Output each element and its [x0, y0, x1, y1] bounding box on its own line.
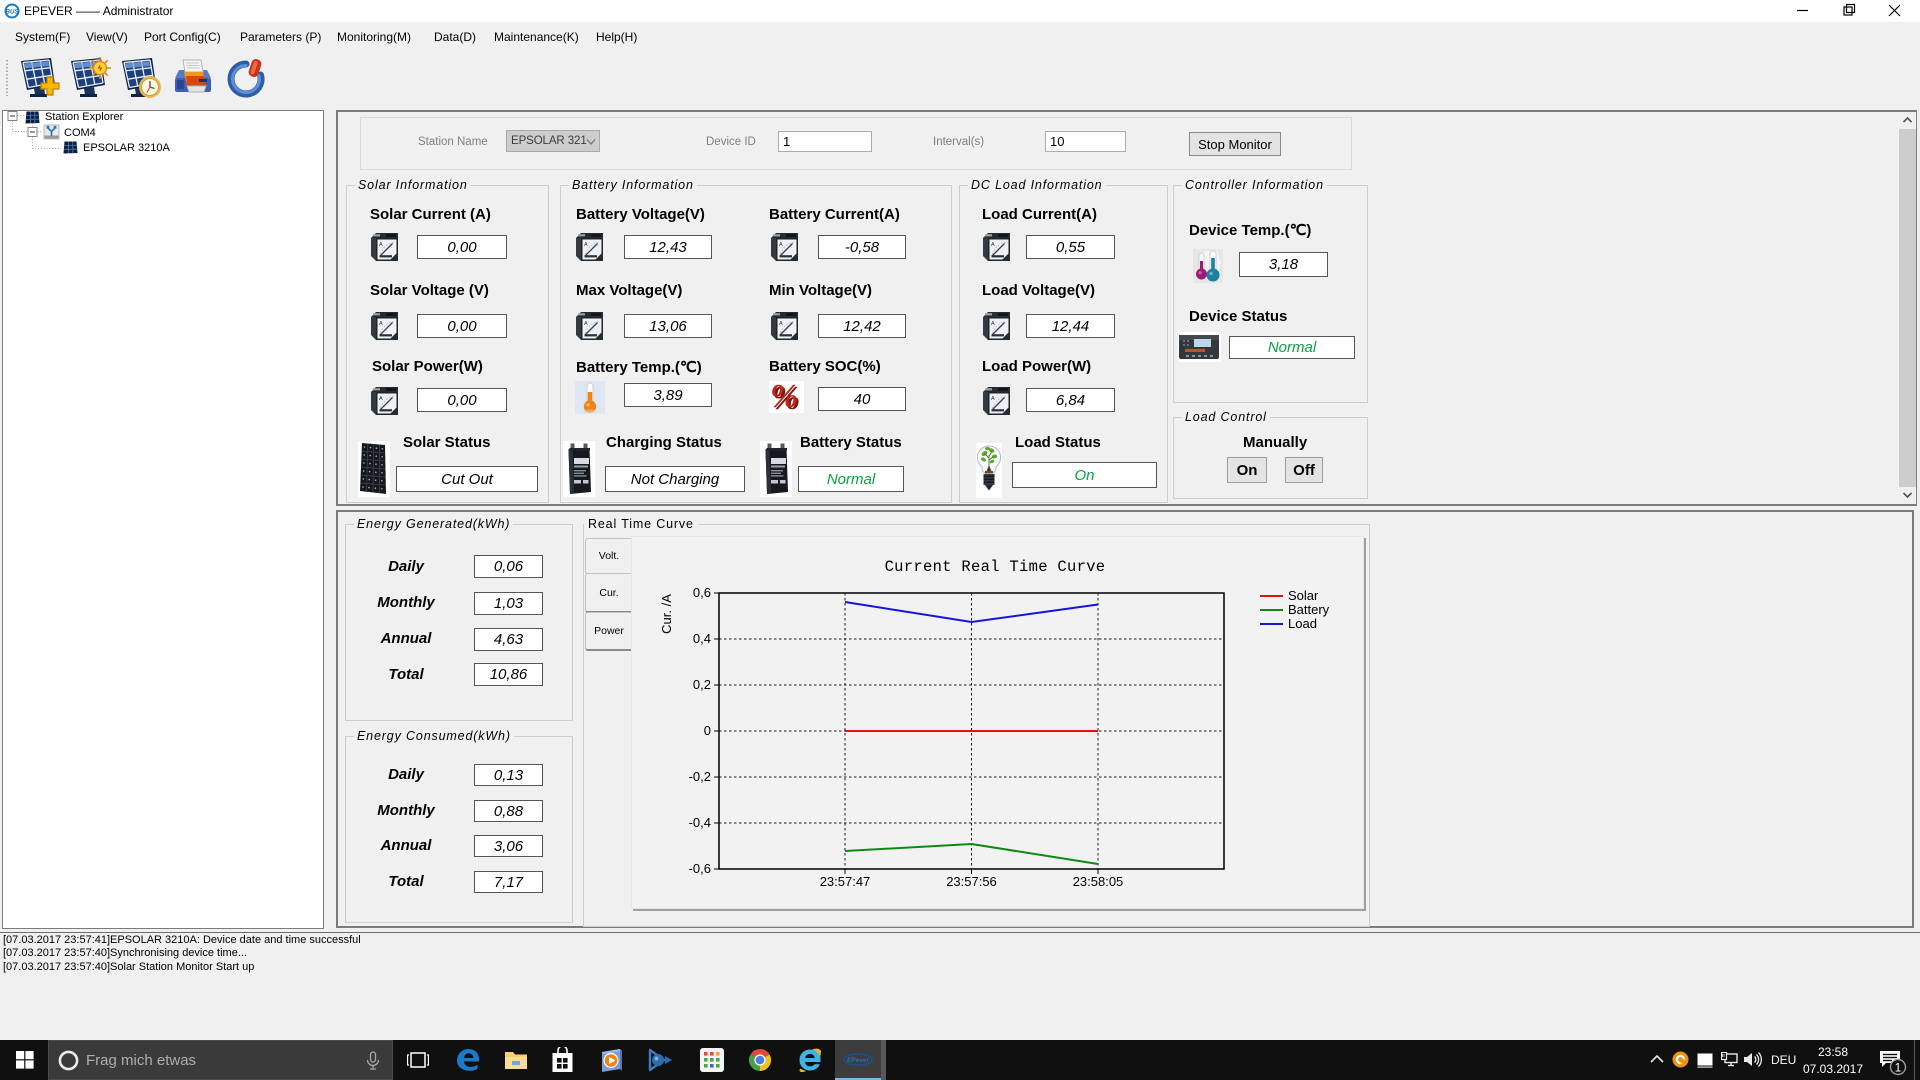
svg-text:23:57:47: 23:57:47: [820, 874, 871, 889]
svg-text:0,6: 0,6: [693, 585, 711, 600]
svg-text:23:57:56: 23:57:56: [946, 874, 997, 889]
svg-text:-0,2: -0,2: [689, 769, 711, 784]
svg-text:0: 0: [704, 723, 711, 738]
svg-text:BUS: BUS: [6, 10, 19, 16]
svg-text:Cur. /A: Cur. /A: [659, 594, 674, 634]
svg-text:23:58:05: 23:58:05: [1073, 874, 1124, 889]
svg-text:Solar: Solar: [1288, 588, 1319, 603]
svg-text:Battery: Battery: [1288, 602, 1330, 617]
svg-text:0,2: 0,2: [693, 677, 711, 692]
svg-text:-0,4: -0,4: [689, 815, 711, 830]
svg-text:-0,6: -0,6: [689, 861, 711, 876]
svg-text:EPever: EPever: [847, 1057, 870, 1064]
svg-text:Load: Load: [1288, 616, 1317, 631]
svg-text:%: %: [770, 381, 798, 413]
svg-text:0,4: 0,4: [693, 631, 711, 646]
svg-text:Current Real Time Curve: Current Real Time Curve: [885, 558, 1106, 576]
svg-text:1: 1: [1895, 1061, 1902, 1075]
